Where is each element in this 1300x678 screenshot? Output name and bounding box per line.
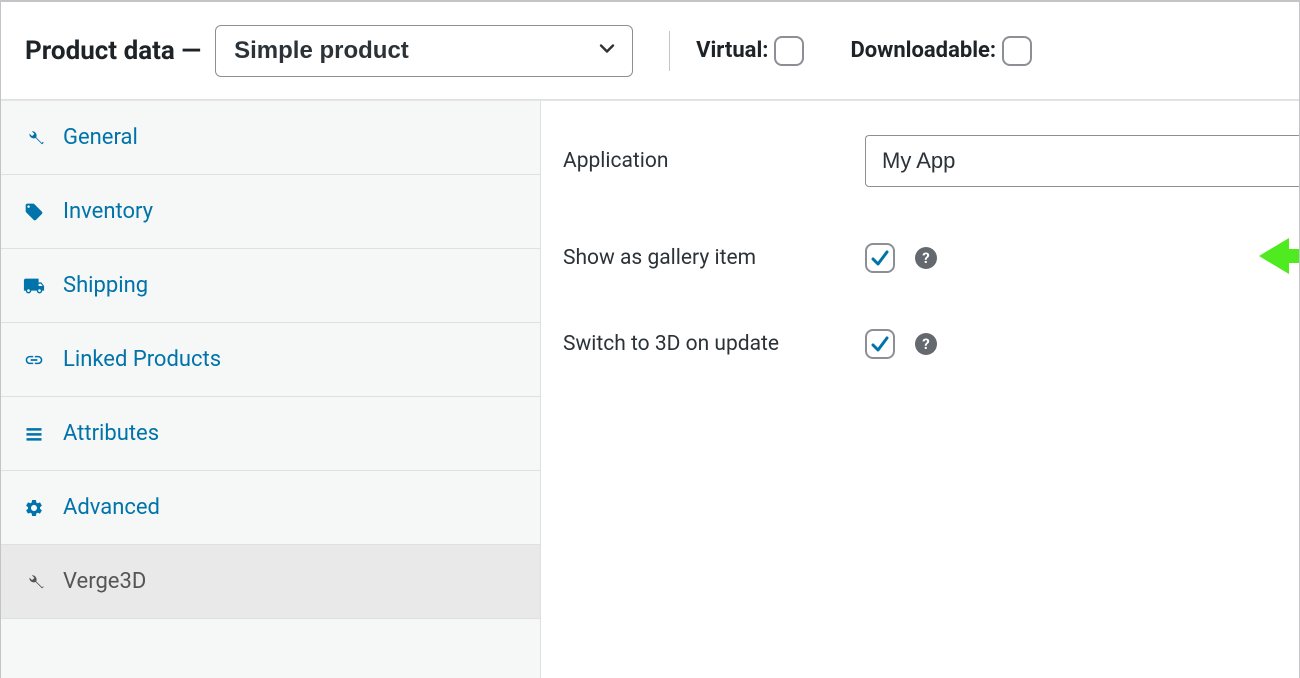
tab-inventory[interactable]: Inventory [1,175,540,249]
virtual-label: Virtual: [696,36,804,66]
wrench-icon [23,571,45,593]
tag-icon [23,201,45,223]
virtual-label-text: Virtual: [696,38,768,63]
tab-verge3d[interactable]: Verge3D [1,545,540,619]
truck-icon [23,275,45,297]
downloadable-label-text: Downloadable: [850,38,996,63]
divider [669,31,670,71]
tab-shipping[interactable]: Shipping [1,249,540,323]
application-control [865,135,1299,187]
tab-label: Advanced [63,495,160,520]
product-data-panel: Product data — Simple product Virtual: D… [0,0,1300,678]
switch-3d-row: Switch to 3D on update ? [563,329,1299,359]
help-icon[interactable]: ? [915,333,937,355]
product-type-select[interactable]: Simple product [215,25,633,77]
tab-advanced[interactable]: Advanced [1,471,540,545]
switch-3d-checkbox[interactable] [865,329,895,359]
tab-label: Attributes [63,421,159,446]
virtual-checkbox[interactable] [774,36,804,66]
tab-linked-products[interactable]: Linked Products [1,323,540,397]
tabs-sidebar: General Inventory Shipping Linked Produc… [1,101,541,678]
downloadable-checkbox[interactable] [1002,36,1032,66]
tab-content: Application Show as gallery item ? [541,101,1299,678]
switch-3d-label: Switch to 3D on update [563,332,865,356]
link-icon [23,349,45,371]
switch-3d-control: ? [865,329,1299,359]
show-gallery-control: ? [865,243,1299,273]
panel-header: Product data — Simple product Virtual: D… [1,2,1299,100]
tab-label: Verge3D [63,569,146,594]
product-type-select-wrapper: Simple product [215,25,633,77]
application-label: Application [563,149,865,173]
show-gallery-checkbox[interactable] [865,243,895,273]
tab-attributes[interactable]: Attributes [1,397,540,471]
tab-general[interactable]: General [1,101,540,175]
application-input[interactable] [865,135,1299,187]
gear-icon [23,497,45,519]
tab-label: General [63,125,138,150]
help-icon[interactable]: ? [915,247,937,269]
annotation-arrow-icon [1259,236,1300,281]
tab-label: Shipping [63,273,148,298]
panel-body: General Inventory Shipping Linked Produc… [1,100,1299,678]
tab-label: Inventory [63,199,153,224]
downloadable-label: Downloadable: [850,36,1032,66]
show-gallery-row: Show as gallery item ? [563,243,1299,273]
show-gallery-label: Show as gallery item [563,246,865,270]
list-icon [23,423,45,445]
tab-label: Linked Products [63,347,221,372]
panel-title: Product data — [25,36,201,66]
wrench-icon [23,127,45,149]
application-row: Application [563,135,1299,187]
